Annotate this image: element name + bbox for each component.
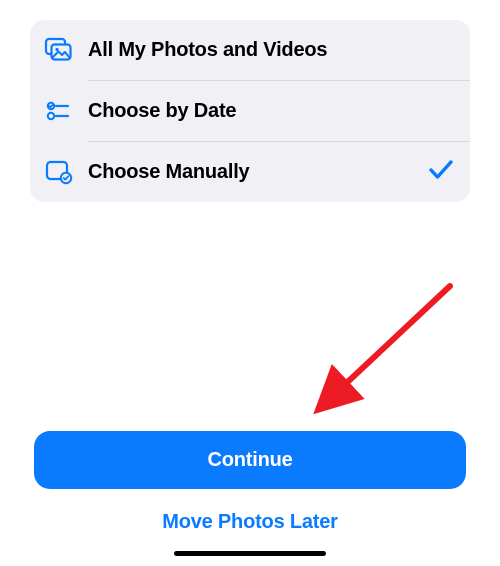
option-choose-manually[interactable]: Choose Manually [30, 142, 470, 202]
photo-migration-options: All My Photos and Videos [30, 20, 470, 202]
checkmark-icon [428, 158, 454, 187]
manual-select-icon [44, 159, 88, 185]
option-label: Choose by Date [88, 100, 454, 123]
move-photos-later-button[interactable]: Move Photos Later [34, 511, 466, 534]
photos-icon [44, 37, 88, 63]
annotation-arrow-icon [300, 278, 460, 428]
home-indicator[interactable] [174, 551, 326, 556]
option-choose-by-date[interactable]: Choose by Date [30, 81, 470, 141]
option-label: Choose Manually [88, 161, 428, 184]
option-label: All My Photos and Videos [88, 39, 454, 62]
date-sliders-icon [44, 99, 88, 123]
continue-button[interactable]: Continue [34, 431, 466, 489]
option-all-photos[interactable]: All My Photos and Videos [30, 20, 470, 80]
